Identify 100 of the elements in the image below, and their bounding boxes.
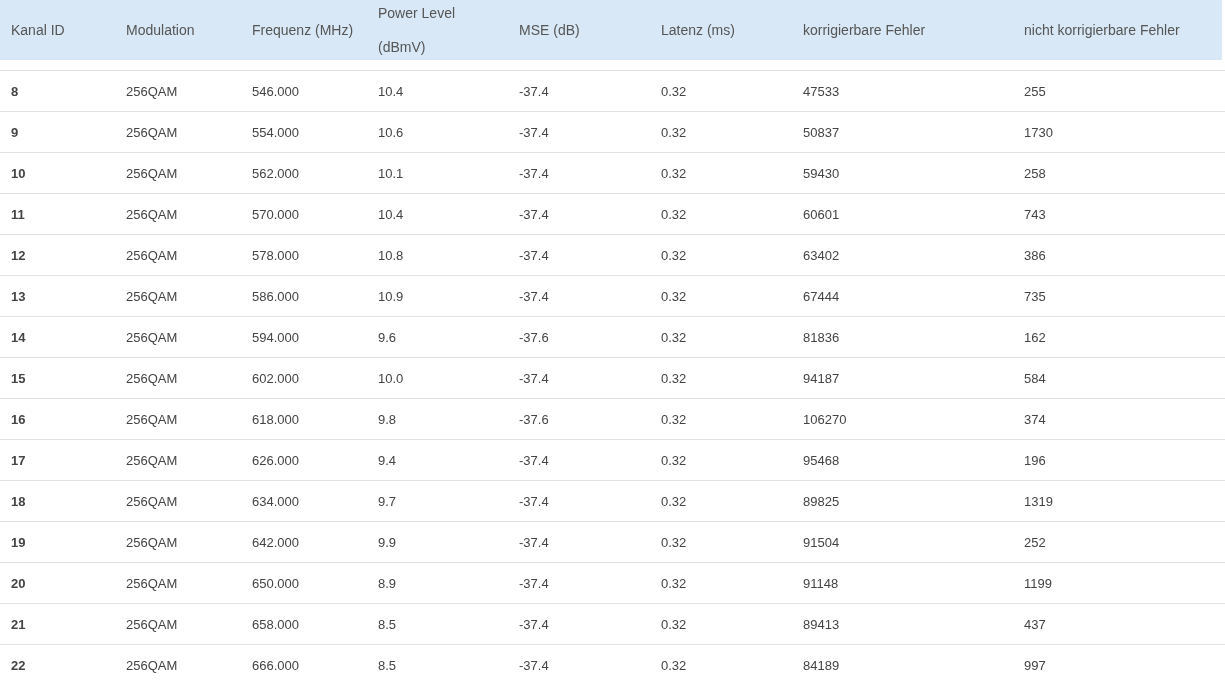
table-cell: 9.9 xyxy=(378,535,397,550)
table-cell: -37.4 xyxy=(519,576,549,591)
table-cell: 252 xyxy=(1024,535,1046,550)
table-cell: 8.9 xyxy=(378,576,397,591)
table-cell: 256QAM xyxy=(126,330,178,345)
table-cell: 84189 xyxy=(803,658,840,673)
table-cell: 91504 xyxy=(803,535,840,550)
table-cell: 642.000 xyxy=(252,535,299,550)
table-cell: 0.32 xyxy=(661,576,687,591)
table-cell: 1199 xyxy=(1024,576,1052,591)
table-cell: -37.4 xyxy=(519,207,549,222)
table-cell: 17 xyxy=(11,453,26,468)
table-cell: -37.4 xyxy=(519,125,549,140)
table-cell: 47533 xyxy=(803,84,840,99)
table-cell: 50837 xyxy=(803,125,840,140)
table-cell: 0.32 xyxy=(661,166,687,181)
table-cell: 562.000 xyxy=(252,166,299,181)
table-cell: 21 xyxy=(11,617,26,632)
table-cell: 256QAM xyxy=(126,576,178,591)
table-cell: -37.4 xyxy=(519,248,549,263)
table-cell: 0.32 xyxy=(661,84,687,99)
table-cell: 0.32 xyxy=(661,248,687,263)
table-cell: 59430 xyxy=(803,166,840,181)
table-cell: 0.32 xyxy=(661,494,687,509)
table-cell: 666.000 xyxy=(252,658,299,673)
table-cell: 386 xyxy=(1024,248,1046,263)
table-cell: 255 xyxy=(1024,84,1046,99)
table-cell: 437 xyxy=(1024,617,1046,632)
table-cell: -37.6 xyxy=(519,412,549,427)
column-header: Modulation xyxy=(126,21,195,40)
table-cell: 10.6 xyxy=(378,125,404,140)
table-cell: 256QAM xyxy=(126,494,178,509)
table-cell: 12 xyxy=(11,248,26,263)
table-cell: 10.4 xyxy=(378,207,404,222)
table-cell: 256QAM xyxy=(126,289,178,304)
table-cell: 0.32 xyxy=(661,207,687,222)
table-cell: 554.000 xyxy=(252,125,299,140)
table-cell: 735 xyxy=(1024,289,1046,304)
table-cell: 256QAM xyxy=(126,453,178,468)
table-cell: 162 xyxy=(1024,330,1046,345)
table-cell: -37.4 xyxy=(519,658,549,673)
table-cell: 106270 xyxy=(803,412,847,427)
table-cell: -37.4 xyxy=(519,84,549,99)
table-cell: 8.5 xyxy=(378,617,397,632)
table-cell: 0.32 xyxy=(661,125,687,140)
table-cell: 11 xyxy=(11,207,25,222)
table-cell: 19 xyxy=(11,535,26,550)
table-cell: 15 xyxy=(11,371,26,386)
table-cell: 258 xyxy=(1024,166,1046,181)
table-cell: 602.000 xyxy=(252,371,299,386)
table-cell: 10.1 xyxy=(378,166,404,181)
table-cell: 650.000 xyxy=(252,576,299,591)
table-cell: 0.32 xyxy=(661,330,687,345)
table-cell: 9 xyxy=(11,125,19,140)
table-cell: 22 xyxy=(11,658,26,673)
column-header: nicht korrigierbare Fehler xyxy=(1024,21,1180,40)
table-cell: 256QAM xyxy=(126,207,178,222)
table-cell: 586.000 xyxy=(252,289,299,304)
table-cell: 546.000 xyxy=(252,84,299,99)
table-cell: 256QAM xyxy=(126,658,178,673)
table-cell: 89413 xyxy=(803,617,840,632)
table-cell: 658.000 xyxy=(252,617,299,632)
table-cell: -37.4 xyxy=(519,289,549,304)
table-cell: 374 xyxy=(1024,412,1046,427)
table-cell: 63402 xyxy=(803,248,840,263)
column-header: korrigierbare Fehler xyxy=(803,21,926,40)
table-cell: -37.4 xyxy=(519,166,549,181)
table-cell: 8 xyxy=(11,84,19,99)
table-cell: 0.32 xyxy=(661,371,687,386)
table-cell: 1319 xyxy=(1024,494,1053,509)
table-cell: 634.000 xyxy=(252,494,299,509)
column-header: Latenz (ms) xyxy=(661,21,735,40)
table-cell: 10.8 xyxy=(378,248,404,263)
table-cell: -37.4 xyxy=(519,453,549,468)
column-header: Power Level (dBmV) xyxy=(378,4,457,57)
table-cell: 256QAM xyxy=(126,125,178,140)
table-cell: 13 xyxy=(11,289,26,304)
table-cell: 67444 xyxy=(803,289,840,304)
table-cell: 570.000 xyxy=(252,207,299,222)
table-cell: 10 xyxy=(11,166,26,181)
table-cell: 196 xyxy=(1024,453,1046,468)
table-cell: -37.4 xyxy=(519,371,549,386)
table-cell: 9.8 xyxy=(378,412,397,427)
table-cell: -37.4 xyxy=(519,494,549,509)
table-cell: 0.32 xyxy=(661,535,687,550)
table-cell: 91148 xyxy=(803,576,839,591)
table-cell: 1730 xyxy=(1024,125,1053,140)
table-cell: 626.000 xyxy=(252,453,299,468)
table-cell: -37.4 xyxy=(519,535,549,550)
table-cell: 60601 xyxy=(803,207,840,222)
table-cell: 16 xyxy=(11,412,26,427)
table-cell: 0.32 xyxy=(661,412,687,427)
table-cell: 9.6 xyxy=(378,330,397,345)
table-cell: 8.5 xyxy=(378,658,397,673)
table-cell: 95468 xyxy=(803,453,840,468)
table-cell: 256QAM xyxy=(126,248,178,263)
table-cell: 9.7 xyxy=(378,494,397,509)
table-cell: 0.32 xyxy=(661,617,687,632)
table-cell: 14 xyxy=(11,330,26,345)
table-cell: 10.0 xyxy=(378,371,404,386)
